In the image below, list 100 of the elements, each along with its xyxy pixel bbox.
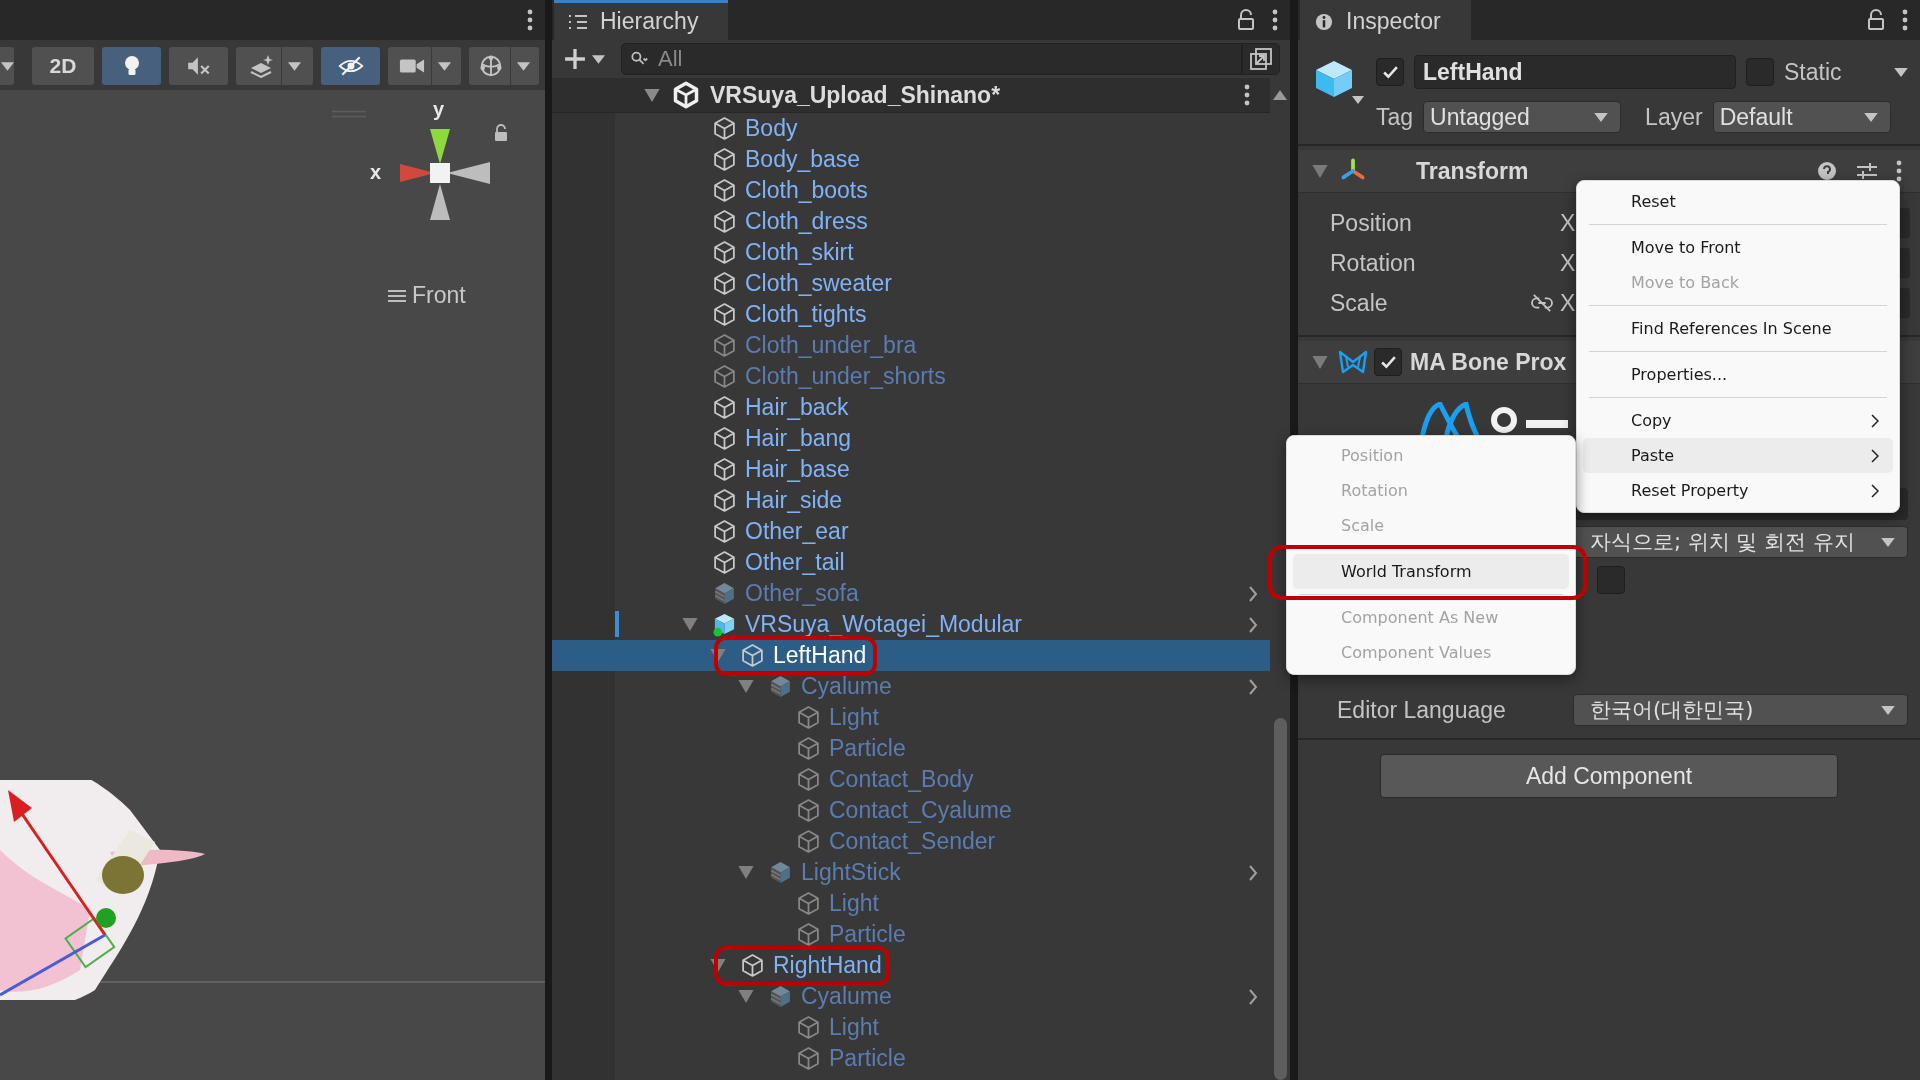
component-title: MA Bone Prox	[1410, 348, 1567, 376]
sliders-icon[interactable]	[1856, 161, 1878, 181]
scrollbar-thumb[interactable]	[1273, 718, 1287, 1080]
lock-icon[interactable]	[494, 124, 508, 142]
add-button[interactable]	[562, 46, 607, 72]
unlinked-icon[interactable]	[1530, 293, 1554, 313]
hierarchy-item[interactable]: Cloth_dress	[552, 206, 1270, 237]
axis-label[interactable]: x	[370, 161, 382, 184]
menu-item-label: Rotation	[1341, 481, 1409, 500]
expand-arrow-icon[interactable]	[1312, 164, 1328, 178]
more-icon[interactable]	[527, 9, 533, 31]
field-label: Rotation	[1330, 249, 1417, 277]
dropdown-value: 자식으로; 위치 및 회전 유지	[1589, 529, 1855, 556]
toggle-button[interactable]	[236, 47, 313, 85]
layer-dropdown[interactable]: Default	[1712, 101, 1891, 133]
cube-icon	[712, 178, 737, 203]
menu-item[interactable]: Copy	[1583, 403, 1893, 438]
cube-icon	[712, 116, 737, 141]
checkbox[interactable]	[1746, 58, 1774, 86]
caret-icon	[1594, 112, 1609, 122]
more-icon[interactable]	[1896, 160, 1902, 182]
more-icon[interactable]	[1272, 9, 1278, 31]
expand-arrow-icon[interactable]	[1312, 355, 1328, 369]
check-icon	[1379, 354, 1397, 370]
cube-icon	[712, 426, 737, 451]
toggle-button[interactable]	[169, 47, 228, 85]
cube-icon	[712, 240, 737, 265]
menu-item[interactable]: Properties...	[1583, 357, 1893, 392]
toggle-button[interactable]	[321, 47, 380, 85]
hierarchy-item[interactable]: Body	[552, 113, 1270, 144]
expand-arrow-icon[interactable]	[710, 959, 726, 972]
search-field[interactable]: All	[621, 43, 1242, 75]
hierarchy-item[interactable]: RightHand	[552, 950, 1270, 981]
menu-item-label: Find References In Scene	[1631, 319, 1833, 338]
cube-icon	[712, 457, 737, 482]
cube-icon	[712, 147, 737, 172]
hierarchy-item[interactable]: Cloth_tights	[552, 299, 1270, 330]
mode-dropdown[interactable]: 자식으로; 위치 및 회전 유지	[1573, 526, 1908, 558]
menu-item-label: Move to Front	[1631, 238, 1742, 257]
info-icon	[1314, 12, 1334, 31]
tag-dropdown[interactable]: Untagged	[1423, 101, 1622, 133]
cube-icon	[712, 395, 737, 420]
add-component-button[interactable]: Add Component	[1380, 754, 1838, 798]
caret-icon	[1881, 537, 1895, 547]
more-icon[interactable]	[1244, 84, 1250, 106]
menu-item[interactable]: Reset Property	[1583, 473, 1893, 508]
panel-tab[interactable]: Hierarchy	[554, 0, 729, 40]
hierarchy-item[interactable]: Cloth_boots	[552, 175, 1270, 206]
toggle-button[interactable]	[102, 47, 161, 85]
hierarchy-item[interactable]: Hair_bang	[552, 423, 1270, 454]
menu-item-label: Component Values	[1341, 643, 1493, 662]
hierarchy-item[interactable]: Other_ear	[552, 516, 1270, 547]
hierarchy-item[interactable]: Body_base	[552, 144, 1270, 175]
checkbox[interactable]	[1376, 58, 1404, 86]
field-label: Editor Language	[1336, 696, 1507, 724]
lock-icon[interactable]	[1866, 9, 1886, 31]
dropdown-button[interactable]	[0, 47, 14, 85]
language-dropdown[interactable]: 한국어(대한민국)	[1573, 694, 1908, 726]
hierarchy-item[interactable]: LeftHand	[552, 640, 1270, 671]
menu-item[interactable]: Move to Front	[1583, 230, 1893, 265]
panel-tab[interactable]: Inspector	[1300, 0, 1471, 40]
caret-icon	[592, 54, 605, 64]
hierarchy-item[interactable]: Other_tail	[552, 547, 1270, 578]
axis-label[interactable]: y	[433, 98, 445, 121]
menu-item[interactable]: Paste	[1583, 438, 1893, 473]
menu-item[interactable]: World Transform	[1293, 554, 1569, 589]
toggle-button[interactable]	[388, 47, 461, 85]
scene-name: VRSuya_Upload_Shinano*	[710, 81, 1001, 109]
view-label[interactable]: Front	[412, 282, 466, 309]
cube-icon	[712, 302, 737, 327]
expand-arrow-icon[interactable]	[682, 618, 698, 631]
more-icon[interactable]	[1902, 9, 1908, 31]
expand-button[interactable]	[1242, 43, 1280, 75]
help-icon[interactable]	[1816, 161, 1838, 181]
scroll-up-icon[interactable]	[1273, 90, 1287, 100]
menu-item-label: Scale	[1341, 516, 1386, 535]
cube-icon	[796, 736, 821, 761]
name-field[interactable]: LeftHand	[1414, 55, 1736, 89]
menu-item[interactable]: Find References In Scene	[1583, 311, 1893, 346]
caret-icon	[0, 61, 14, 71]
scene-header[interactable]: VRSuya_Upload_Shinano*	[552, 78, 1270, 113]
hierarchy-item[interactable]: Hair_back	[552, 392, 1270, 423]
lock-icon[interactable]	[1236, 9, 1256, 31]
hierarchy-item[interactable]: Cloth_skirt	[552, 237, 1270, 268]
hierarchy-item[interactable]: VRSuya_Wotagei_Modular	[552, 609, 1270, 640]
axis-label: X	[1560, 289, 1577, 317]
gizmo-sphere-icon	[478, 54, 504, 78]
checkbox[interactable]	[1597, 566, 1625, 594]
hierarchy-item[interactable]: Cloth_sweater	[552, 268, 1270, 299]
expand-arrow-icon[interactable]	[644, 88, 660, 102]
cube-icon	[712, 333, 737, 358]
toggle-button[interactable]: 2D	[32, 47, 94, 85]
hierarchy-item[interactable]: Hair_side	[552, 485, 1270, 516]
caret-icon	[287, 61, 301, 71]
toggle-button[interactable]	[469, 47, 539, 85]
check-icon	[1381, 64, 1399, 80]
checkbox[interactable]	[1374, 348, 1402, 376]
menu-item-label: Position	[1341, 446, 1405, 465]
chevron-right-icon[interactable]	[1248, 616, 1258, 633]
hierarchy-item[interactable]: Hair_base	[552, 454, 1270, 485]
